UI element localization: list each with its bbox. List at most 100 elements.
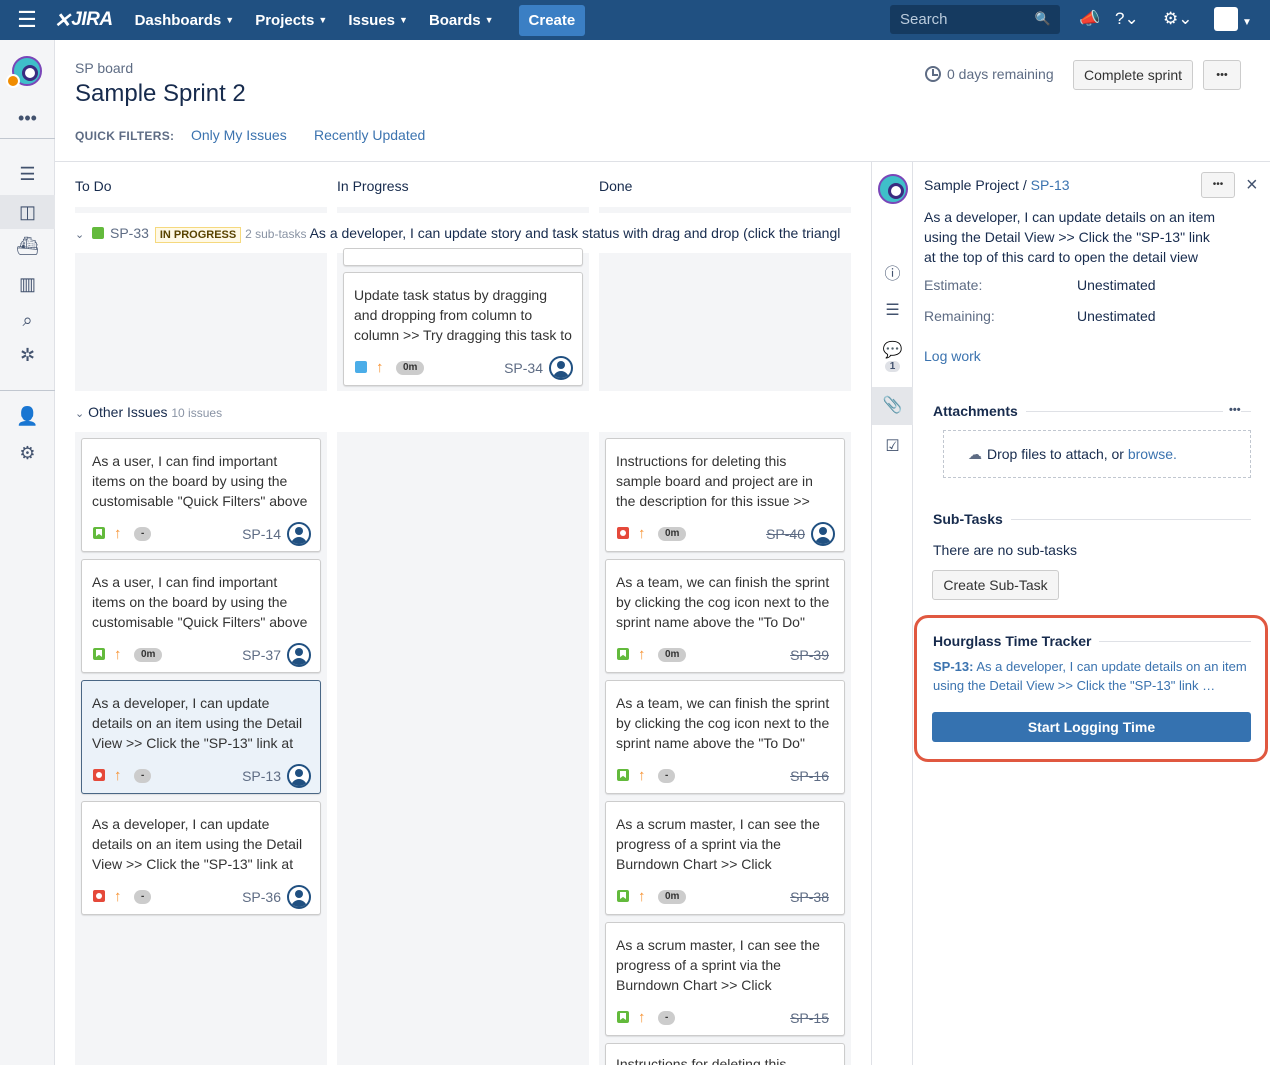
card-summary: As a user, I can find important items on… (92, 574, 308, 630)
detail-more-button[interactable]: ••• (1201, 172, 1235, 198)
nav-boards[interactable]: Boards ▼ (429, 12, 494, 29)
more-actions-button[interactable]: ••• (1203, 60, 1241, 90)
chevron-down-icon: ▼ (399, 14, 408, 25)
complete-sprint-button[interactable]: Complete sprint (1073, 60, 1193, 90)
issue-key: SP-36 (242, 889, 281, 905)
card-summary: As a developer, I can update details on … (92, 816, 303, 872)
priority-major-icon: ↑ (638, 1009, 646, 1026)
swimlane-key: SP-33 (110, 225, 149, 241)
priority-major-icon: ↑ (114, 646, 122, 663)
backlog-icon[interactable]: ☰ (0, 164, 55, 185)
card-sp39[interactable]: As a team, we can finish the sprint by c… (605, 559, 845, 673)
more-icon[interactable]: ••• (0, 108, 55, 129)
browse-link[interactable]: browse. (1128, 446, 1177, 462)
estimate-badge: - (658, 769, 676, 783)
issue-key: SP-38 (790, 889, 829, 905)
releases-icon[interactable]: ⛴ (0, 236, 55, 257)
detail-panel: ⓘ ☰ 💬 1 📎 ☑ Sample Project / SP-13 ••• ×… (871, 162, 1270, 1065)
attachments-more-icon[interactable]: ••• (1223, 404, 1241, 416)
chevron-down-icon: ⌄ (75, 229, 85, 241)
card-sp15[interactable]: As a scrum master, I can see the progres… (605, 922, 845, 1036)
story-icon (93, 527, 105, 539)
swimlane-sp33[interactable]: ⌄ SP-33 IN PROGRESS 2 sub-tasks As a dev… (75, 225, 840, 243)
bug-icon (617, 527, 629, 539)
estimate-badge: - (134, 769, 152, 783)
card-sp40[interactable]: Instructions for deleting this sample bo… (605, 438, 845, 552)
estimate-label: Estimate: (924, 277, 983, 293)
board-name[interactable]: SP board (75, 60, 133, 76)
search-input[interactable]: Search 🔍 (890, 5, 1060, 34)
create-subtask-button[interactable]: Create Sub-Task (932, 570, 1059, 600)
info-icon[interactable]: ⓘ (872, 260, 913, 284)
story-icon (93, 648, 105, 660)
nav-issues[interactable]: Issues ▼ (348, 12, 408, 29)
filter-only-my-issues[interactable]: Only My Issues (191, 127, 287, 143)
remaining-value[interactable]: Unestimated (1077, 308, 1156, 324)
board-icon[interactable]: ◫ (0, 195, 55, 229)
card-summary: Instructions for deleting this sample bo… (616, 453, 813, 509)
filter-recently-updated[interactable]: Recently Updated (314, 127, 425, 143)
assignee-avatar (811, 522, 835, 546)
card-sp16[interactable]: As a team, we can finish the sprint by c… (605, 680, 845, 794)
card-sp13[interactable]: As a developer, I can update details on … (81, 680, 321, 794)
card-partial-bottom[interactable]: Instructions for deleting this sample (605, 1043, 845, 1065)
card-summary: As a user, I can find important items on… (92, 453, 308, 509)
swimlane-other-issues[interactable]: ⌄ Other Issues 10 issues (75, 404, 475, 420)
comment-icon[interactable]: 💬 (872, 340, 913, 360)
nav-issues-label: Issues (348, 11, 396, 29)
create-button[interactable]: Create (518, 4, 586, 36)
drop-text: Drop files to attach, or (987, 446, 1124, 462)
addons-icon[interactable]: ✲ (0, 345, 55, 366)
priority-major-icon: ↑ (638, 646, 646, 663)
card-sp38[interactable]: As a scrum master, I can see the progres… (605, 801, 845, 915)
column-divider (337, 207, 589, 213)
assignee-avatar (287, 885, 311, 909)
settings-icon[interactable]: ⚙ (0, 443, 55, 464)
megaphone-icon[interactable]: 📣 (1079, 9, 1100, 29)
breadcrumb-issue-key[interactable]: SP-13 (1031, 177, 1070, 193)
nav-projects[interactable]: Projects ▼ (255, 12, 327, 29)
story-icon (617, 890, 629, 902)
issue-key: SP-40 (766, 526, 805, 542)
issue-key: SP-34 (504, 360, 543, 376)
chevron-down-icon: ▼ (225, 14, 235, 25)
card-sp34[interactable]: Update task status by dragging and dropp… (343, 272, 583, 386)
log-work-link[interactable]: Log work (924, 348, 981, 364)
description-icon[interactable]: ☰ (872, 300, 913, 320)
comment-count: 1 (872, 361, 913, 372)
card-sp37[interactable]: As a user, I can find important items on… (81, 559, 321, 673)
jira-logo[interactable]: ✕ JIRA (54, 8, 113, 33)
subtask-icon (355, 361, 367, 373)
project-badge-icon (6, 74, 20, 88)
user-avatar-icon[interactable]: ▼ (1214, 7, 1252, 36)
issues-search-icon[interactable]: ⌕ (0, 310, 55, 331)
attachment-icon[interactable]: 📎 (872, 387, 913, 425)
status-badge: IN PROGRESS (154, 227, 242, 243)
card-sp14[interactable]: As a user, I can find important items on… (81, 438, 321, 552)
close-icon[interactable]: × (1246, 174, 1258, 197)
nav-dashboards-label: Dashboards (134, 11, 222, 29)
attachment-dropzone[interactable]: ☁ Drop files to attach, or browse. (943, 430, 1251, 478)
priority-major-icon: ↑ (114, 525, 122, 542)
gear-icon[interactable]: ⚙⌄ (1163, 9, 1192, 29)
subtask-count: 2 sub-tasks (245, 227, 307, 241)
breadcrumb-project[interactable]: Sample Project / (924, 177, 1027, 193)
assignee-avatar (287, 764, 311, 788)
priority-major-icon: ↑ (114, 888, 122, 905)
add-people-icon[interactable]: 👤 (0, 406, 55, 427)
priority-major-icon: ↑ (638, 888, 646, 905)
menu-icon[interactable]: ☰ (0, 0, 54, 40)
card-partial[interactable] (343, 248, 583, 266)
card-sp36[interactable]: As a developer, I can update details on … (81, 801, 321, 915)
help-icon[interactable]: ?⌄ (1115, 9, 1139, 29)
estimate-value[interactable]: Unestimated (1077, 277, 1156, 293)
detail-summary[interactable]: As a developer, I can update details on … (924, 207, 1224, 267)
story-icon (617, 648, 629, 660)
subtasks-icon[interactable]: ☑ (872, 436, 913, 456)
estimate-badge: 0m (134, 648, 163, 662)
days-remaining: 0 days remaining (925, 66, 1054, 82)
reports-icon[interactable]: ▥ (0, 274, 55, 295)
estimate-badge: 0m (658, 527, 687, 541)
nav-dashboards[interactable]: Dashboards ▼ (135, 12, 235, 29)
sidebar-divider (0, 390, 55, 391)
